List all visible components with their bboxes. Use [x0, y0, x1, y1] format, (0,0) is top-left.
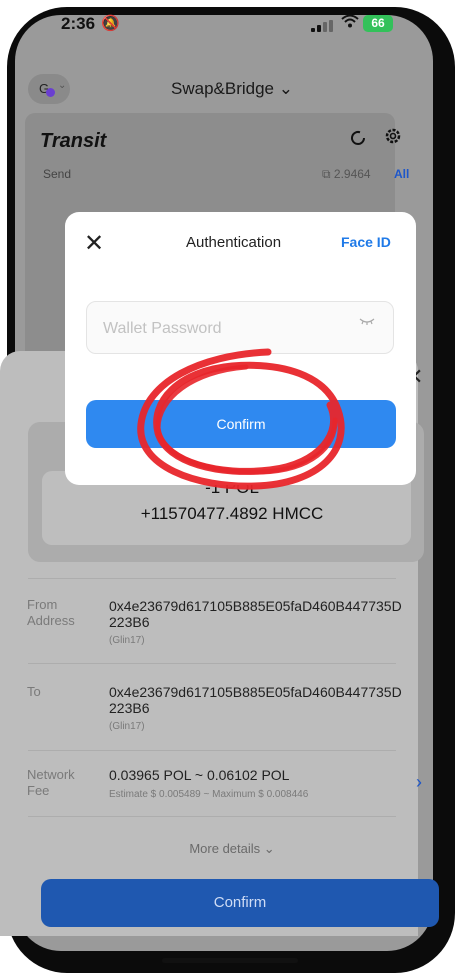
divider: [28, 578, 396, 579]
wifi-icon: [341, 13, 359, 33]
password-input[interactable]: [101, 314, 345, 344]
chevron-right-icon[interactable]: ›: [416, 772, 422, 793]
more-details-button[interactable]: More details ⌄: [0, 841, 464, 857]
send-balance: ⧉ 2.9464: [322, 167, 371, 181]
wallet-password-field[interactable]: [86, 301, 394, 354]
fee-value: 0.03965 POL ~ 0.06102 POL: [109, 767, 290, 783]
to-name: (Glin17): [109, 721, 145, 732]
battery-icon: 66: [363, 15, 393, 32]
silent-bell-icon: 🔕: [101, 15, 120, 32]
send-label: Send: [43, 167, 72, 181]
confirm-button[interactable]: Confirm: [41, 879, 439, 927]
face-id-button[interactable]: Face ID: [341, 234, 391, 250]
fee-estimate: Estimate $ 0.005489 ~ Maximum $ 0.008446: [109, 789, 309, 800]
transit-logo: Transit: [40, 130, 107, 152]
from-name: (Glin17): [109, 635, 145, 646]
all-button[interactable]: All: [394, 167, 409, 181]
gear-icon[interactable]: [383, 126, 403, 152]
dialog-confirm-button[interactable]: Confirm: [86, 400, 396, 448]
dialog-title: Authentication: [186, 234, 282, 251]
from-label: From Address: [27, 597, 75, 628]
to-label: To: [27, 684, 41, 699]
refresh-icon[interactable]: [348, 128, 368, 154]
from-address: 0x4e23679d617105B885E05faD460B447735D223…: [109, 598, 402, 630]
divider: [28, 663, 396, 664]
eye-closed-icon[interactable]: [359, 314, 375, 329]
fee-label: Network Fee: [27, 767, 75, 798]
status-time: 2:36: [61, 14, 96, 33]
cellular-signal-icon: [311, 20, 333, 32]
close-icon[interactable]: ✕: [84, 229, 104, 258]
home-indicator[interactable]: [162, 958, 298, 963]
page-title[interactable]: Swap&Bridge ⌄: [0, 79, 464, 99]
amount-in: +11570477.4892 HMCC: [140, 504, 324, 523]
balance-value: 2.9464: [333, 167, 371, 181]
divider: [28, 816, 396, 817]
divider: [28, 750, 396, 751]
to-address: 0x4e23679d617105B885E05faD460B447735D223…: [109, 684, 402, 716]
